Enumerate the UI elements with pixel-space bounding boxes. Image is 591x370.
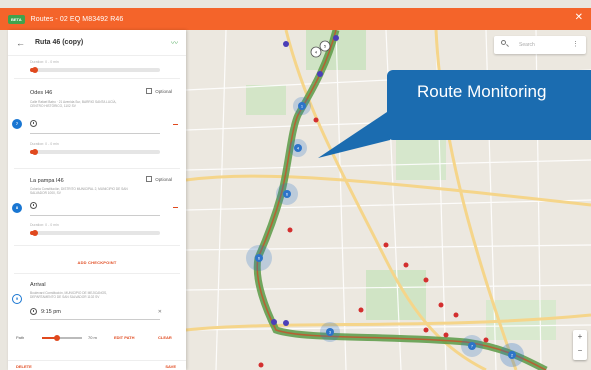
add-checkpoint-button[interactable]: ADD CHECKPOINT	[8, 260, 186, 265]
duration-slider[interactable]	[30, 67, 160, 73]
path-controls: Path 70 m EDIT PATH CLEAR	[8, 333, 186, 345]
clock-icon[interactable]	[30, 308, 37, 315]
path-label: Path	[16, 335, 25, 340]
route-editor-panel: ← Ruta 46 (copy) 〰 Duration: 0 - 0 min O…	[8, 30, 186, 370]
map-marker-1[interactable]: 1	[293, 97, 311, 115]
trend-line-icon: 〰	[171, 39, 178, 47]
search-input[interactable]: Search	[519, 42, 535, 48]
slider-knob[interactable]	[32, 67, 38, 73]
edit-path-button[interactable]: EDIT PATH	[114, 335, 135, 340]
duration-slider[interactable]	[30, 230, 160, 236]
time-field-underline	[30, 215, 160, 216]
arrival-address: Boulevard Constitución, MUNICIPIO DE MEJ…	[30, 291, 108, 300]
path-slider[interactable]	[42, 335, 82, 341]
slider-knob[interactable]	[32, 149, 38, 155]
map-marker-7[interactable]: 7	[461, 335, 483, 357]
arrival-name: Arrival	[30, 282, 46, 288]
park-area	[246, 85, 286, 115]
map-marker-3[interactable]: 3	[320, 322, 340, 342]
checkbox-icon[interactable]	[146, 88, 153, 94]
checkpoint-duration: Duration: 0 - 0 min	[30, 142, 59, 146]
remove-icon[interactable]	[173, 207, 178, 208]
park-area	[396, 140, 446, 180]
time-field-underline	[30, 133, 160, 134]
window-title: Routes - 02 EQ M83492 R46	[30, 15, 124, 23]
panel-footer: DELETE SAVE	[8, 360, 186, 370]
path-value: 70 m	[88, 335, 97, 340]
checkpoint-name: La pampa I46	[30, 178, 64, 184]
map-marker-6b[interactable]: 6	[246, 245, 272, 271]
clock-icon[interactable]	[30, 120, 37, 127]
time-field-underline	[30, 319, 160, 320]
checkpoint-number-badge: 7	[12, 119, 22, 129]
close-icon[interactable]: ✕	[575, 12, 583, 23]
banner-pointer	[318, 110, 390, 158]
map-marker-6[interactable]: 6	[276, 183, 298, 205]
remove-icon[interactable]	[173, 124, 178, 125]
clock-icon[interactable]	[30, 202, 37, 209]
close-icon[interactable]: ✕	[158, 309, 162, 315]
map-search[interactable]: Search ⋮	[494, 36, 586, 54]
checkpoint-address: Colonia Constitución, DISTRITO MUNICIPAL…	[30, 187, 128, 196]
map-marker-2[interactable]: 2	[500, 343, 524, 367]
route-name: Ruta 46 (copy)	[35, 39, 84, 46]
checkbox-icon[interactable]	[146, 176, 153, 182]
duration-slider[interactable]	[30, 149, 160, 155]
divider	[14, 273, 180, 274]
checkpoint-item[interactable]: Odes I46 Optional Calle Rafael Batro · 2…	[8, 79, 186, 168]
checkpoint-name: Odes I46	[30, 90, 53, 96]
route-monitoring-banner: Route Monitoring	[387, 70, 591, 140]
map-marker-4[interactable]: 4	[289, 139, 307, 157]
optional-checkbox[interactable]: Optional	[146, 88, 172, 94]
search-icon	[501, 40, 506, 45]
checkpoint-item: Duration: 0 - 0 min	[8, 56, 186, 78]
optional-checkbox[interactable]: Optional	[146, 176, 172, 182]
panel-header: ← Ruta 46 (copy) 〰	[8, 30, 186, 56]
checkpoint-item[interactable]: La pampa I46 Optional Colonia Constituci…	[8, 169, 186, 245]
zoom-out-button[interactable]: −	[573, 344, 587, 358]
optional-label: Optional	[155, 88, 172, 94]
more-vert-icon[interactable]: ⋮	[572, 40, 579, 48]
beta-badge: BETA	[8, 14, 25, 24]
checkpoint-duration: Duration: 0 - 0 min	[30, 60, 59, 64]
save-button[interactable]: SAVE	[165, 364, 176, 369]
clear-button[interactable]: CLEAR	[158, 335, 172, 340]
back-arrow-icon[interactable]: ←	[16, 38, 25, 48]
checkpoint-number-badge: 8	[12, 203, 22, 213]
divider	[14, 245, 180, 246]
path-slider-knob[interactable]	[54, 335, 60, 341]
delete-button[interactable]: DELETE	[16, 364, 32, 369]
app-window: BETA Routes - 02 EQ M83492 R46 ✕ 1 4 6 6…	[0, 0, 591, 370]
title-bar: BETA Routes - 02 EQ M83492 R46 ✕	[0, 8, 591, 30]
slider-knob[interactable]	[32, 230, 38, 236]
arrival-number-badge: 9	[12, 294, 22, 304]
zoom-control: + −	[573, 330, 587, 360]
arrival-time[interactable]: 9:15 pm	[41, 309, 61, 315]
checkpoint-address: Calle Rafael Batro · 21 Avenida Sur, BAR…	[30, 100, 117, 109]
checkpoint-duration: Duration: 0 - 0 min	[30, 223, 59, 227]
zoom-in-button[interactable]: +	[573, 330, 587, 344]
optional-label: Optional	[155, 176, 172, 182]
